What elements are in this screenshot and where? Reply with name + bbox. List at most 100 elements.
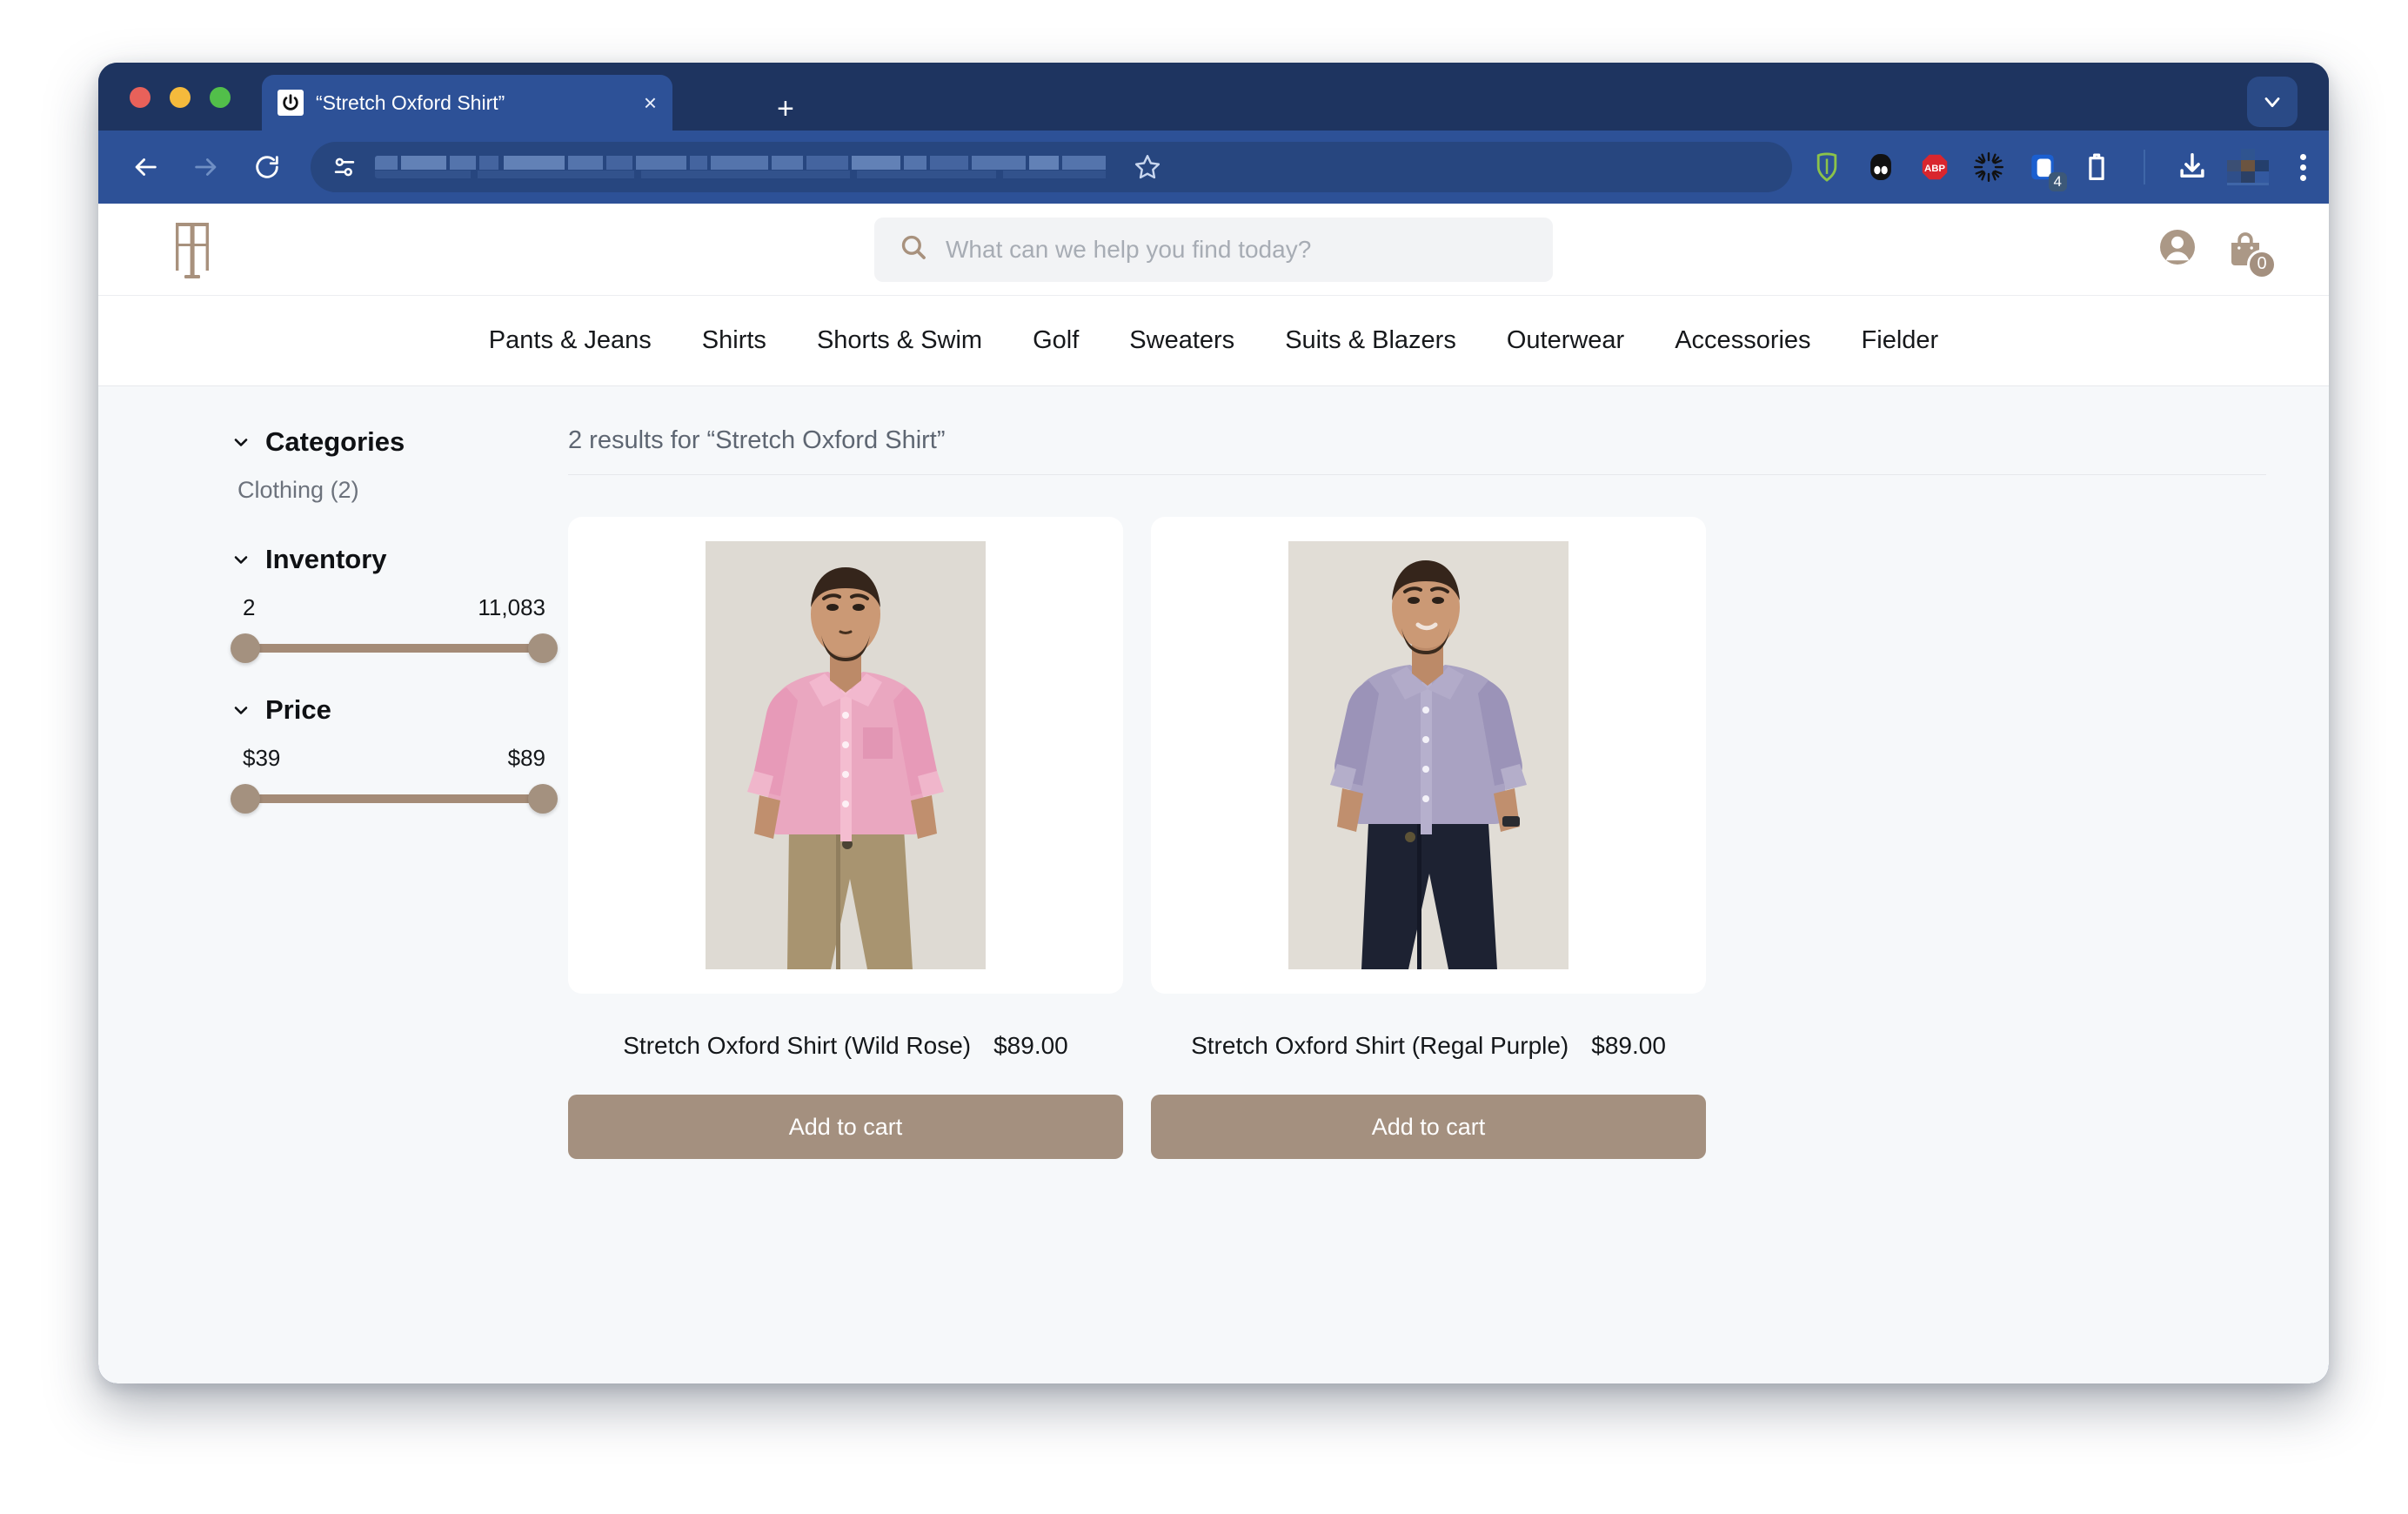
minimize-window-button[interactable]: [170, 87, 191, 108]
arrow-right-icon: [195, 158, 217, 176]
account-button[interactable]: [2157, 226, 2198, 272]
nav-item-accessories[interactable]: Accessories: [1675, 326, 1810, 355]
address-bar[interactable]: [311, 142, 1792, 192]
nav-item-outerwear[interactable]: Outerwear: [1507, 326, 1624, 355]
facet-title: Price: [265, 694, 331, 725]
account-icon: [2160, 230, 2195, 265]
window-menu-button[interactable]: [2247, 77, 2298, 127]
tab-manager-badge: 4: [2048, 172, 2067, 191]
reload-button[interactable]: [243, 143, 291, 191]
new-tab-button[interactable]: +: [777, 94, 794, 124]
product-image-card[interactable]: [1151, 517, 1706, 994]
back-button[interactable]: [121, 143, 170, 191]
adblock-plus-icon[interactable]: ABP: [1916, 148, 1954, 186]
maximize-window-button[interactable]: [210, 87, 231, 108]
results-summary: 2 results for “Stretch Oxford Shirt”: [568, 426, 2266, 475]
search-input[interactable]: [946, 235, 1528, 264]
facet-categories-header[interactable]: Categories: [231, 426, 552, 458]
slider-fill: [241, 794, 547, 803]
inventory-min-value: 2: [243, 594, 256, 620]
cart-count-badge: 0: [2247, 249, 2277, 279]
nav-item-shorts-swim[interactable]: Shorts & Swim: [817, 326, 982, 355]
product-meta: Stretch Oxford Shirt (Wild Rose) $89.00: [568, 1032, 1123, 1060]
downloads-icon[interactable]: [2173, 148, 2211, 186]
site-header: 0: [98, 204, 2329, 296]
sunburst-extension-icon[interactable]: [1970, 148, 2008, 186]
inventory-range-slider[interactable]: 2 11,083: [231, 594, 558, 663]
tab-strip: “Stretch Oxford Shirt” × +: [98, 63, 2329, 131]
product-image-card[interactable]: [568, 517, 1123, 994]
inventory-slider-thumb-max[interactable]: [528, 633, 558, 663]
add-to-cart-button[interactable]: Add to cart: [1151, 1095, 1706, 1159]
add-to-cart-button[interactable]: Add to cart: [568, 1095, 1123, 1159]
bookmark-star-icon[interactable]: [1132, 151, 1163, 183]
close-tab-button[interactable]: ×: [644, 91, 657, 114]
price-max-value: $89: [507, 745, 545, 771]
product-grid: Stretch Oxford Shirt (Wild Rose) $89.00 …: [568, 517, 2266, 1159]
product-name[interactable]: Stretch Oxford Shirt (Regal Purple): [1191, 1032, 1569, 1060]
url-text-redacted[interactable]: [375, 156, 1132, 178]
chevron-down-icon: [2264, 97, 2280, 108]
site-search: [874, 217, 1553, 282]
search-results: 2 results for “Stretch Oxford Shirt” Str…: [552, 386, 2329, 1382]
facet-inventory: Inventory 2 11,083: [231, 544, 558, 663]
product-image-regal-purple: [1288, 541, 1569, 969]
inventory-range-values: 2 11,083: [231, 594, 558, 621]
logo-t-icon: [176, 222, 209, 278]
nav-item-golf[interactable]: Golf: [1033, 326, 1079, 355]
chevron-down-icon: [234, 556, 248, 564]
facet-categories: Categories Clothing (2): [231, 426, 552, 504]
inventory-slider-track[interactable]: [231, 633, 558, 663]
toolbar-divider: [2144, 150, 2145, 184]
reload-icon: [256, 156, 278, 178]
inventory-slider-thumb-min[interactable]: [231, 633, 260, 663]
page-viewport: 0 Pants & Jeans Shirts Shorts & Swim Gol…: [98, 204, 2329, 1383]
product-price: $89.00: [1591, 1032, 1666, 1059]
product-meta: Stretch Oxford Shirt (Regal Purple) $89.…: [1151, 1032, 1706, 1060]
page-body: Categories Clothing (2) Inventory 2 11,0…: [98, 386, 2329, 1382]
price-slider-thumb-min[interactable]: [231, 784, 260, 814]
facet-price: Price $39 $89: [231, 694, 558, 814]
facet-title: Inventory: [265, 544, 387, 574]
price-slider-track[interactable]: [231, 784, 558, 814]
nav-item-suits-blazers[interactable]: Suits & Blazers: [1285, 326, 1456, 355]
browser-tab[interactable]: “Stretch Oxford Shirt” ×: [262, 75, 672, 131]
ghostery-icon[interactable]: [1862, 148, 1900, 186]
nav-item-sweaters[interactable]: Sweaters: [1129, 326, 1234, 355]
browser-menu-button[interactable]: [2300, 153, 2306, 181]
facet-inventory-header[interactable]: Inventory: [231, 544, 552, 575]
price-range-slider[interactable]: $39 $89: [231, 745, 558, 814]
desktop-background: “Stretch Oxford Shirt” × + ABP 4 What ca…: [0, 0, 2408, 1514]
power-favicon-icon: [278, 90, 304, 116]
product-price: $89.00: [993, 1032, 1068, 1059]
product-card: Stretch Oxford Shirt (Wild Rose) $89.00 …: [568, 517, 1123, 1159]
extensions-row: ABP 4: [1808, 148, 2306, 191]
inventory-max-value: 11,083: [478, 594, 545, 620]
profile-avatar[interactable]: [2227, 149, 2269, 185]
forward-button[interactable]: [182, 143, 231, 191]
product-name[interactable]: Stretch Oxford Shirt (Wild Rose): [623, 1032, 971, 1060]
price-slider-thumb-max[interactable]: [528, 784, 558, 814]
site-logo[interactable]: [166, 218, 229, 282]
filter-sidebar: Categories Clothing (2) Inventory 2 11,0…: [98, 386, 558, 1382]
nav-item-pants-jeans[interactable]: Pants & Jeans: [489, 326, 652, 355]
chevron-down-icon: [234, 439, 248, 446]
facet-option-clothing[interactable]: Clothing (2): [237, 477, 552, 504]
tab-manager-icon[interactable]: 4: [2023, 148, 2067, 191]
facet-price-header[interactable]: Price: [231, 694, 552, 726]
header-actions: 0: [2157, 226, 2277, 279]
nav-item-fielder[interactable]: Fielder: [1862, 326, 1939, 355]
cart-button[interactable]: 0: [2224, 229, 2277, 279]
nav-item-shirts[interactable]: Shirts: [702, 326, 766, 355]
search-box[interactable]: [874, 217, 1553, 282]
site-settings-icon[interactable]: [330, 152, 359, 182]
clipboard-extension-icon[interactable]: [2077, 148, 2116, 186]
price-range-values: $39 $89: [231, 745, 558, 772]
arrow-left-icon: [135, 158, 157, 176]
browser-window: “Stretch Oxford Shirt” × + ABP 4 What ca…: [98, 63, 2329, 1383]
close-window-button[interactable]: [130, 87, 150, 108]
product-image-wild-rose: [706, 541, 986, 969]
bitwarden-icon[interactable]: [1808, 148, 1846, 186]
search-icon: [899, 232, 928, 266]
price-min-value: $39: [243, 745, 281, 771]
